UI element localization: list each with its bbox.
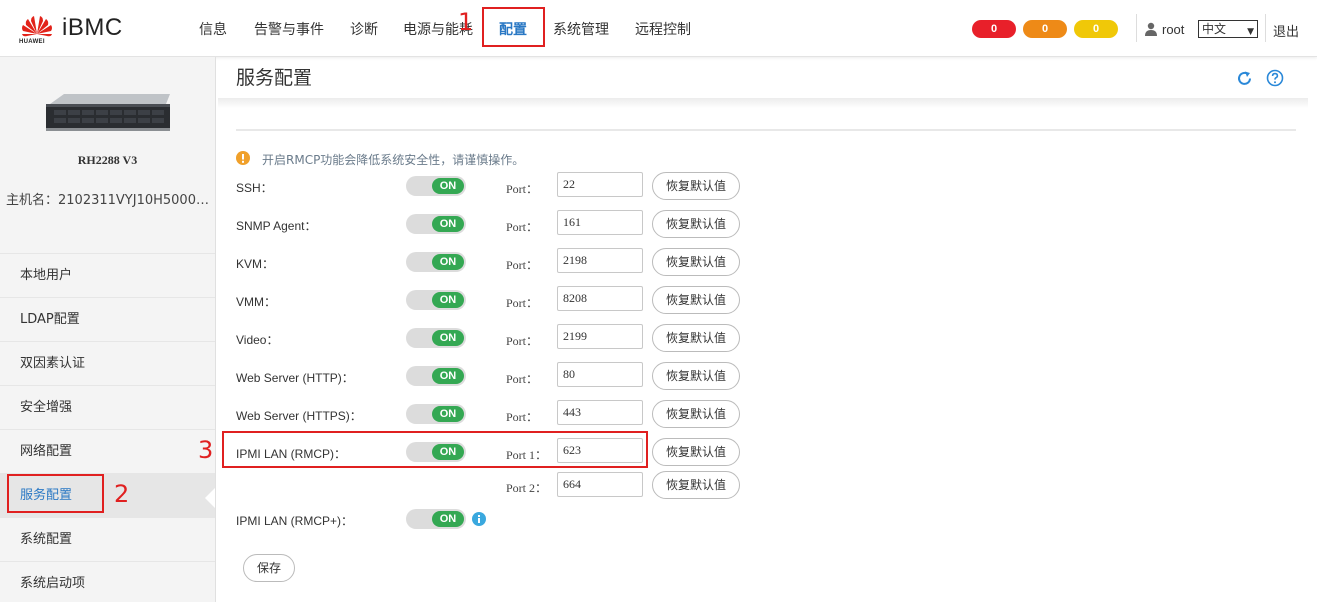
annotation-number-2: 2 [114, 480, 130, 508]
toggle-on-label: ON [432, 178, 464, 194]
server-image [46, 94, 170, 131]
kvm-restore-button[interactable]: 恢复默认值 [652, 248, 740, 276]
rmcp-toggle[interactable]: ON [406, 442, 466, 462]
critical-alarm-badge[interactable]: 0 [972, 20, 1016, 38]
snmp-port-input[interactable]: 161 [557, 210, 643, 235]
title-separator [218, 98, 1308, 108]
content-divider [236, 129, 1296, 131]
annotation-number-1: 1 [458, 8, 474, 36]
https-restore-button[interactable]: 恢复默认值 [652, 400, 740, 428]
help-icon[interactable] [1266, 69, 1284, 87]
video-label: Video： [236, 333, 279, 347]
rmcp-port2-restore-button[interactable]: 恢复默认值 [652, 471, 740, 499]
https-port-label: Port： [506, 410, 539, 424]
nav-diagnostics[interactable]: 诊断 [350, 19, 378, 39]
http-restore-button[interactable]: 恢复默认值 [652, 362, 740, 390]
rmcp-plus-label: IPMI LAN (RMCP+)： [236, 514, 354, 528]
chevron-down-icon: ▼ [1247, 27, 1254, 37]
video-port-input[interactable]: 2199 [557, 324, 643, 349]
kvm-label: KVM： [236, 257, 275, 271]
kvm-port-label: Port： [506, 258, 539, 272]
info-icon[interactable] [472, 512, 486, 526]
brand-name: iBMC [62, 14, 123, 41]
server-model: RH2288 V3 [77, 153, 138, 167]
kvm-toggle[interactable]: ON [406, 252, 466, 272]
rmcp-warning-text: 开启RMCP功能会降低系统安全性，请谨慎操作。 [262, 153, 525, 167]
toggle-on-label: ON [432, 292, 464, 308]
snmp-restore-button[interactable]: 恢复默认值 [652, 210, 740, 238]
video-port-label: Port： [506, 334, 539, 348]
toggle-on-label: ON [432, 216, 464, 232]
snmp-port-label: Port： [506, 220, 539, 234]
rmcp-label: IPMI LAN (RMCP)： [236, 447, 347, 461]
nav-system-management[interactable]: 系统管理 [553, 19, 609, 39]
vmm-toggle[interactable]: ON [406, 290, 466, 310]
toggle-on-label: ON [432, 368, 464, 384]
rmcp-port1-input[interactable]: 623 [557, 438, 643, 463]
sidebar-item-system[interactable]: 系统配置 [0, 517, 215, 561]
vmm-restore-button[interactable]: 恢复默认值 [652, 286, 740, 314]
ssh-port-label: Port： [506, 182, 539, 196]
vmm-port-input[interactable]: 8208 [557, 286, 643, 311]
http-label: Web Server (HTTP)： [236, 371, 354, 385]
hostname-label: 主机名：2102311VYJ10H5000134… [6, 193, 211, 208]
logout-link[interactable]: 退出 [1273, 21, 1299, 40]
toggle-on-label: ON [432, 330, 464, 346]
sidebar-item-network[interactable]: 网络配置 [0, 429, 215, 473]
snmp-label: SNMP Agent： [236, 219, 317, 233]
sidebar-item-two-factor[interactable]: 双因素认证 [0, 341, 215, 385]
ssh-restore-button[interactable]: 恢复默认值 [652, 172, 740, 200]
nav-info[interactable]: 信息 [199, 19, 227, 39]
major-alarm-badge[interactable]: 0 [1023, 20, 1067, 38]
https-toggle[interactable]: ON [406, 404, 466, 424]
ssh-label: SSH： [236, 181, 273, 195]
video-toggle[interactable]: ON [406, 328, 466, 348]
rmcp-port1-restore-button[interactable]: 恢复默认值 [652, 438, 740, 466]
kvm-port-input[interactable]: 2198 [557, 248, 643, 273]
rmcp-port2-label: Port 2： [506, 481, 548, 495]
language-select[interactable]: 中文 ▼ [1198, 20, 1258, 38]
rmcp-plus-toggle[interactable]: ON [406, 509, 466, 529]
warning-icon [236, 151, 250, 165]
user-name: root [1162, 22, 1185, 37]
toggle-on-label: ON [432, 406, 464, 422]
page-title: 服务配置 [236, 67, 313, 89]
vmm-label: VMM： [236, 295, 276, 309]
save-button[interactable]: 保存 [243, 554, 295, 582]
https-port-input[interactable]: 443 [557, 400, 643, 425]
video-restore-button[interactable]: 恢复默认值 [652, 324, 740, 352]
active-item-pointer [205, 488, 215, 508]
toggle-on-label: ON [432, 511, 464, 527]
top-header: HUAWEI iBMC 信息 告警与事件 诊断 电源与能耗 配置 系统管理 远程… [0, 0, 1317, 57]
sidebar-item-services[interactable]: 服务配置 [0, 473, 215, 517]
header-divider [1265, 14, 1266, 42]
minor-alarm-badge[interactable]: 0 [1074, 20, 1118, 38]
annotation-number-3: 3 [198, 436, 214, 464]
nav-remote-control[interactable]: 远程控制 [635, 19, 691, 39]
logo-text: HUAWEI [19, 39, 45, 45]
sidebar-item-local-users[interactable]: 本地用户 [0, 253, 215, 297]
nav-configuration[interactable]: 配置 [499, 19, 527, 39]
sidebar: RH2288 V3 主机名：2102311VYJ10H5000134… 本地用户… [0, 57, 216, 602]
http-toggle[interactable]: ON [406, 366, 466, 386]
http-port-label: Port： [506, 372, 539, 386]
sidebar-item-security[interactable]: 安全增强 [0, 385, 215, 429]
user-icon [1145, 22, 1157, 36]
toggle-on-label: ON [432, 254, 464, 270]
header-divider [1136, 14, 1137, 42]
sidebar-item-ldap[interactable]: LDAP配置 [0, 297, 215, 341]
sidebar-item-boot[interactable]: 系统启动项 [0, 561, 215, 605]
https-label: Web Server (HTTPS)： [236, 409, 362, 423]
refresh-icon[interactable] [1236, 70, 1253, 87]
rmcp-port1-label: Port 1： [506, 448, 548, 462]
language-value: 中文 [1202, 22, 1227, 36]
rmcp-port2-input[interactable]: 664 [557, 472, 643, 497]
vmm-port-label: Port： [506, 296, 539, 310]
http-port-input[interactable]: 80 [557, 362, 643, 387]
ssh-port-input[interactable]: 22 [557, 172, 643, 197]
snmp-toggle[interactable]: ON [406, 214, 466, 234]
ssh-toggle[interactable]: ON [406, 176, 466, 196]
nav-alarms-events[interactable]: 告警与事件 [254, 19, 324, 39]
toggle-on-label: ON [432, 444, 464, 460]
